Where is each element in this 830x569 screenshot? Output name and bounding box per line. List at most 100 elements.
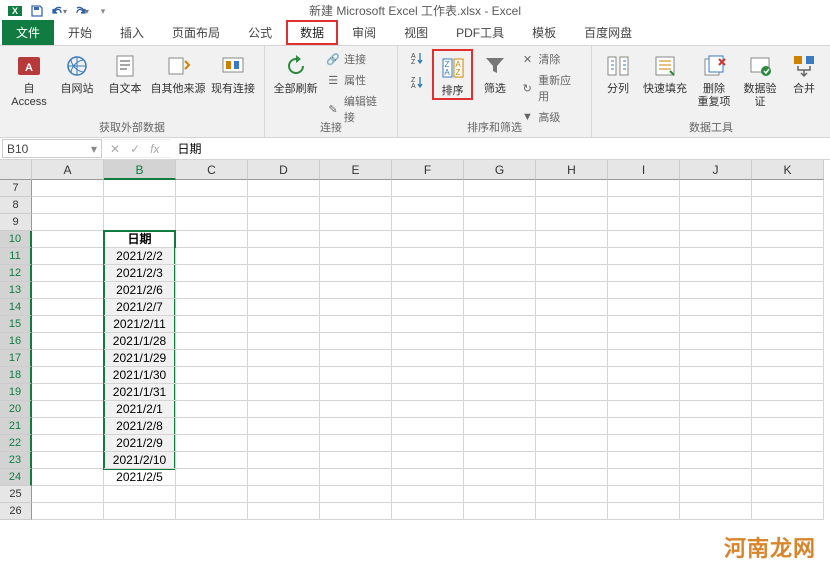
cell-B22[interactable]: 2021/2/9 (104, 435, 176, 452)
cell-K7[interactable] (752, 180, 824, 197)
save-icon[interactable] (28, 2, 46, 20)
cell-J16[interactable] (680, 333, 752, 350)
cell-F25[interactable] (392, 486, 464, 503)
cell-G10[interactable] (464, 231, 536, 248)
cell-C9[interactable] (176, 214, 248, 231)
clear-filter-button[interactable]: ✕清除 (516, 49, 585, 69)
existing-conn-button[interactable]: 现有连接 (208, 49, 258, 96)
cell-K19[interactable] (752, 384, 824, 401)
cell-B10[interactable]: 日期 (104, 231, 176, 248)
cell-C24[interactable] (176, 469, 248, 486)
cell-F24[interactable] (392, 469, 464, 486)
cancel-icon[interactable]: ✕ (110, 142, 120, 156)
flash-fill-button[interactable]: 快速填充 (640, 49, 690, 96)
cell-J22[interactable] (680, 435, 752, 452)
tab-home[interactable]: 开始 (54, 20, 106, 45)
cell-I20[interactable] (608, 401, 680, 418)
cell-F8[interactable] (392, 197, 464, 214)
col-header-J[interactable]: J (680, 160, 752, 180)
cell-F14[interactable] (392, 299, 464, 316)
cell-C26[interactable] (176, 503, 248, 520)
cell-B8[interactable] (104, 197, 176, 214)
cell-E11[interactable] (320, 248, 392, 265)
col-header-G[interactable]: G (464, 160, 536, 180)
cell-H9[interactable] (536, 214, 608, 231)
cell-F15[interactable] (392, 316, 464, 333)
cell-E23[interactable] (320, 452, 392, 469)
sort-asc-button[interactable]: AZ (404, 49, 430, 67)
cell-B11[interactable]: 2021/2/2 (104, 248, 176, 265)
cell-D10[interactable] (248, 231, 320, 248)
cell-H26[interactable] (536, 503, 608, 520)
cell-B25[interactable] (104, 486, 176, 503)
cell-H24[interactable] (536, 469, 608, 486)
consolidate-button[interactable]: 合并 (784, 49, 824, 96)
cell-K12[interactable] (752, 265, 824, 282)
cell-H11[interactable] (536, 248, 608, 265)
cell-B14[interactable]: 2021/2/7 (104, 299, 176, 316)
cell-I13[interactable] (608, 282, 680, 299)
cell-D25[interactable] (248, 486, 320, 503)
cell-G23[interactable] (464, 452, 536, 469)
cell-C8[interactable] (176, 197, 248, 214)
col-header-A[interactable]: A (32, 160, 104, 180)
cell-G17[interactable] (464, 350, 536, 367)
cell-B18[interactable]: 2021/1/30 (104, 367, 176, 384)
cell-C18[interactable] (176, 367, 248, 384)
cell-K22[interactable] (752, 435, 824, 452)
cell-J24[interactable] (680, 469, 752, 486)
col-header-K[interactable]: K (752, 160, 824, 180)
cell-H13[interactable] (536, 282, 608, 299)
from-access-button[interactable]: A 自 Access (6, 49, 52, 109)
cell-B16[interactable]: 2021/1/28 (104, 333, 176, 350)
col-header-I[interactable]: I (608, 160, 680, 180)
cell-F9[interactable] (392, 214, 464, 231)
cell-G18[interactable] (464, 367, 536, 384)
cell-C16[interactable] (176, 333, 248, 350)
cell-G7[interactable] (464, 180, 536, 197)
qat-customize-icon[interactable]: ▾ (94, 2, 112, 20)
cell-K15[interactable] (752, 316, 824, 333)
cell-J9[interactable] (680, 214, 752, 231)
cell-K10[interactable] (752, 231, 824, 248)
filter-button[interactable]: 筛选 (475, 49, 514, 96)
cell-D17[interactable] (248, 350, 320, 367)
cell-G15[interactable] (464, 316, 536, 333)
row-header-20[interactable]: 20 (0, 401, 32, 418)
cell-K23[interactable] (752, 452, 824, 469)
cell-C23[interactable] (176, 452, 248, 469)
cell-I11[interactable] (608, 248, 680, 265)
tab-pdf[interactable]: PDF工具 (442, 20, 518, 45)
cell-C15[interactable] (176, 316, 248, 333)
cell-F19[interactable] (392, 384, 464, 401)
cell-F26[interactable] (392, 503, 464, 520)
text-to-columns-button[interactable]: 分列 (598, 49, 638, 96)
formula-input[interactable]: 日期 (171, 139, 830, 158)
cell-J7[interactable] (680, 180, 752, 197)
cell-I21[interactable] (608, 418, 680, 435)
row-header-8[interactable]: 8 (0, 197, 32, 214)
cell-D11[interactable] (248, 248, 320, 265)
cell-B26[interactable] (104, 503, 176, 520)
cell-K18[interactable] (752, 367, 824, 384)
row-header-12[interactable]: 12 (0, 265, 32, 282)
cell-D14[interactable] (248, 299, 320, 316)
cell-H17[interactable] (536, 350, 608, 367)
cell-C13[interactable] (176, 282, 248, 299)
cell-I10[interactable] (608, 231, 680, 248)
row-header-11[interactable]: 11 (0, 248, 32, 265)
cell-K24[interactable] (752, 469, 824, 486)
cell-A9[interactable] (32, 214, 104, 231)
cell-H7[interactable] (536, 180, 608, 197)
cell-I23[interactable] (608, 452, 680, 469)
cell-E17[interactable] (320, 350, 392, 367)
cell-D26[interactable] (248, 503, 320, 520)
connections-button[interactable]: 🔗连接 (322, 49, 391, 69)
cell-G26[interactable] (464, 503, 536, 520)
reapply-button[interactable]: ↻重新应用 (516, 70, 585, 106)
cell-H10[interactable] (536, 231, 608, 248)
enter-icon[interactable]: ✓ (130, 142, 140, 156)
cell-F23[interactable] (392, 452, 464, 469)
cell-I12[interactable] (608, 265, 680, 282)
from-other-button[interactable]: 自其他来源 (150, 49, 206, 96)
